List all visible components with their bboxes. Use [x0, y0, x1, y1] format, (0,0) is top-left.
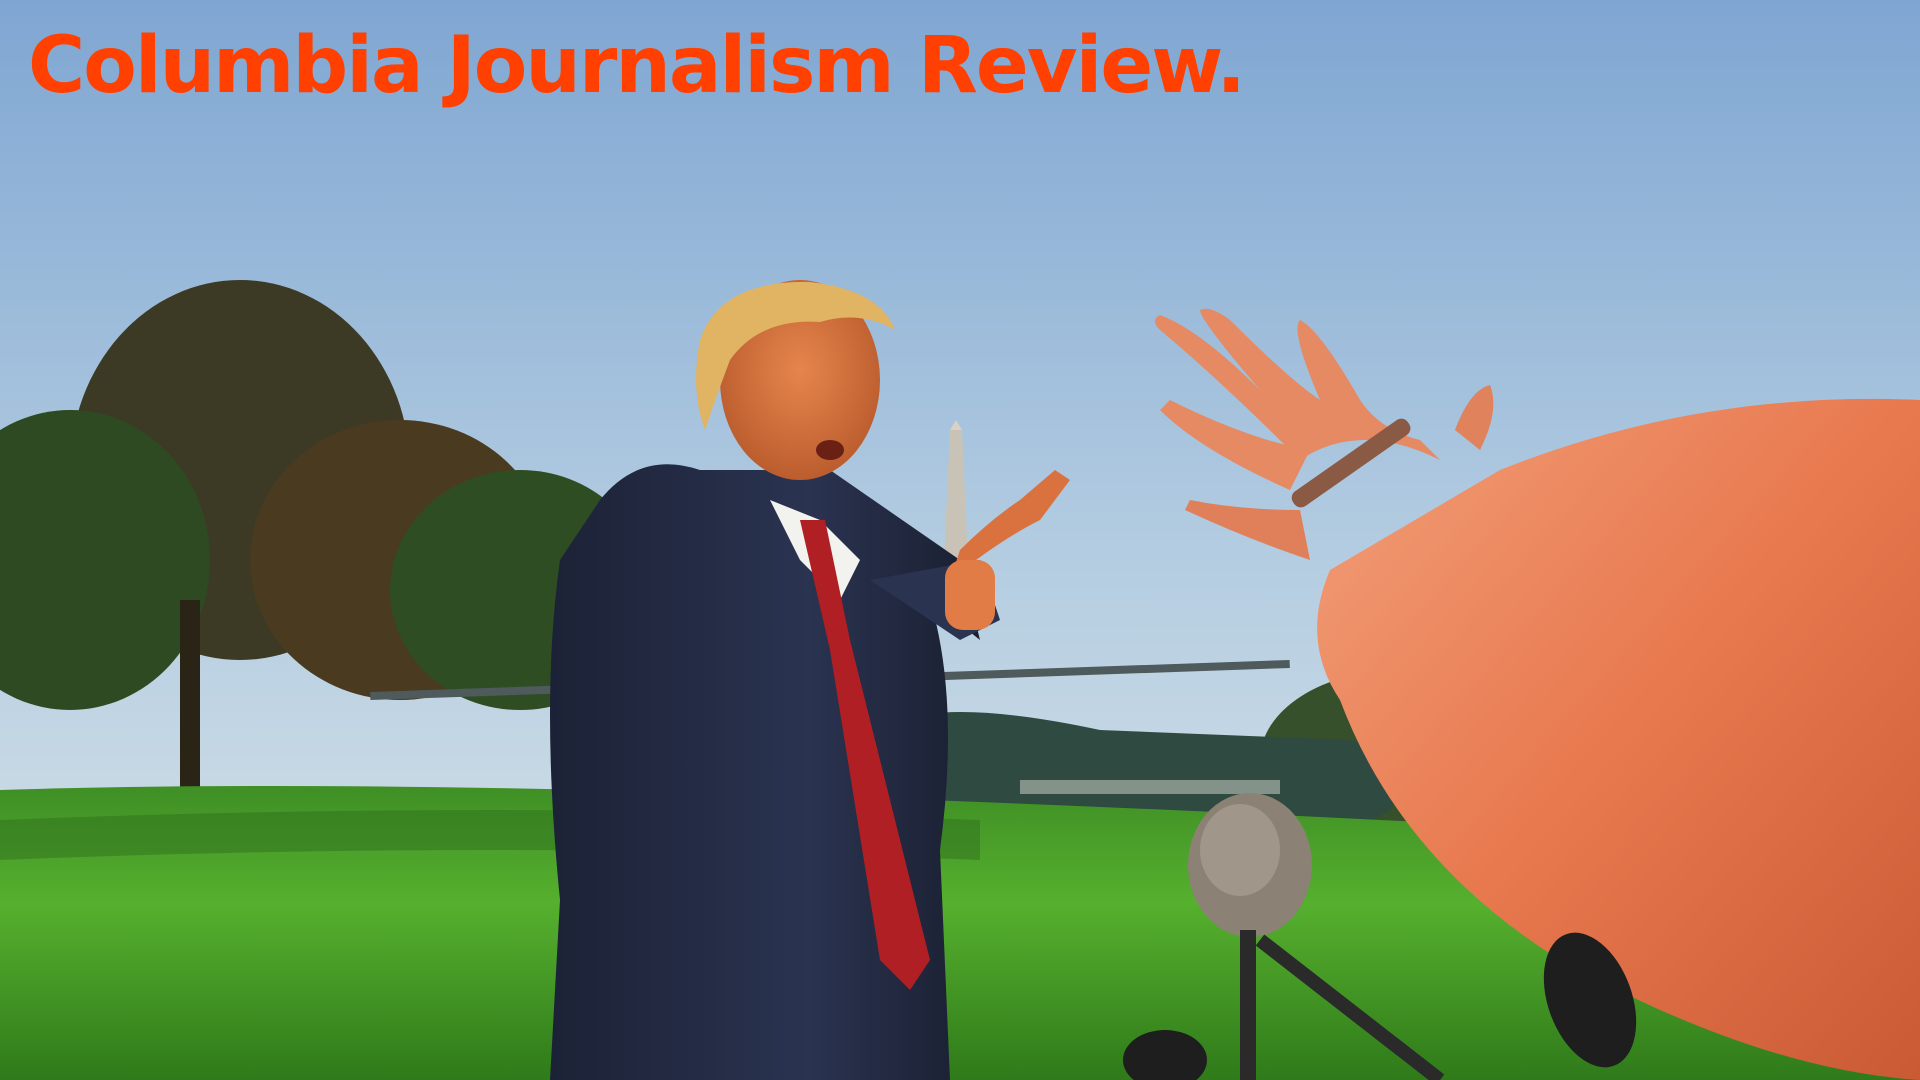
- photo-illustration: [0, 0, 1920, 1080]
- publication-title: Columbia Journalism Review.: [28, 21, 1246, 111]
- cover-image: Columbia Journalism Review.: [0, 0, 1920, 1080]
